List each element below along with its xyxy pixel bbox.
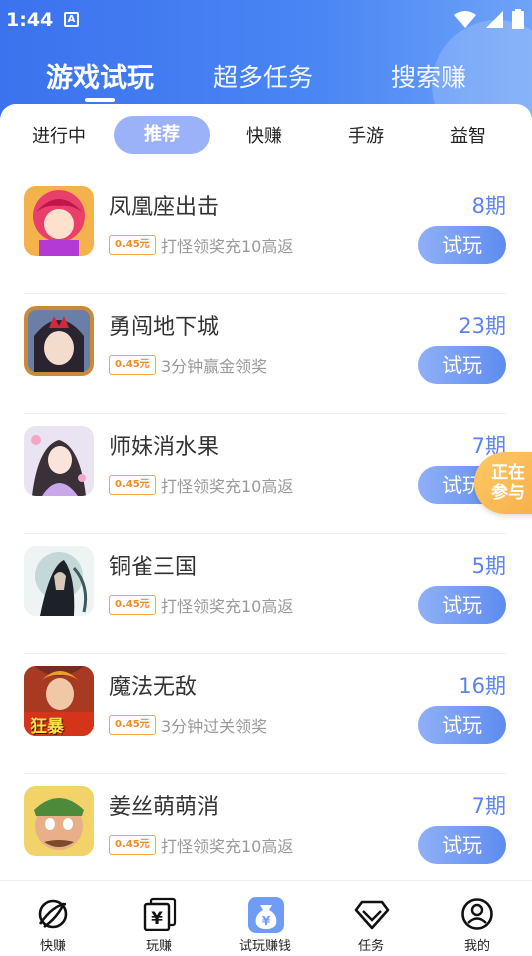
participating-badge-line2: 参与 (491, 483, 525, 503)
game-period: 5期 (471, 554, 506, 578)
user-icon (461, 898, 493, 930)
nav-item-tasks[interactable]: 任务 (318, 881, 424, 956)
wifi-icon (454, 10, 476, 28)
game-name: 师妹消水果 (109, 435, 220, 460)
reward-badge: 0.45元 (109, 475, 156, 495)
game-icon-caption: 狂暴 (30, 717, 64, 736)
planet-icon (38, 899, 68, 929)
try-play-button[interactable]: 试玩 (418, 586, 506, 624)
game-name: 勇闯地下城 (109, 315, 220, 340)
game-icon: 狂暴 (24, 666, 94, 736)
game-period: 16期 (458, 674, 506, 698)
game-list-item[interactable]: 铜雀三国 0.45元 打怪领奖充10高返 5期 试玩 (24, 534, 506, 654)
tab-label: 游戏试玩 (46, 63, 154, 94)
game-name: 姜丝萌萌消 (109, 795, 220, 820)
try-play-button[interactable]: 试玩 (418, 826, 506, 864)
game-description: 打怪领奖充10高返 (161, 237, 294, 256)
game-icon (24, 426, 94, 496)
tab-label: 超多任务 (213, 63, 314, 92)
game-list-item[interactable]: 勇闯地下城 0.45元 3分钟赢金领奖 23期 试玩 (24, 294, 506, 414)
try-play-button[interactable]: 试玩 (418, 706, 506, 744)
nav-label: 任务 (357, 939, 384, 954)
game-description: 打怪领奖充10高返 (161, 477, 294, 496)
game-list: 凤凰座出击 0.45元 打怪领奖充10高返 8期 试玩 勇闯地下城 0.45元 … (0, 174, 532, 880)
game-icon (24, 186, 94, 256)
game-description: 3分钟赢金领奖 (161, 357, 268, 376)
money-bag-icon: ¥ (248, 897, 284, 933)
game-period: 8期 (471, 194, 506, 218)
category-tab-mobile-games[interactable]: 手游 (348, 122, 384, 148)
tab-search-earn[interactable]: 搜索赚 (391, 58, 466, 94)
svg-text:¥: ¥ (262, 914, 271, 928)
app-header: 1:44 A 游戏试玩 超多任务 搜索赚 (0, 0, 532, 120)
game-list-item[interactable]: 师妹消水果 0.45元 打怪领奖充10高返 7期 试玩 (24, 414, 506, 534)
nav-item-trial-earn[interactable]: ¥ 试玩赚钱 (212, 881, 318, 956)
participating-badge-line1: 正在 (491, 463, 525, 483)
game-icon (24, 786, 94, 856)
nav-label: 试玩赚钱 (238, 939, 291, 954)
nav-item-quick-earn[interactable]: 快赚 (0, 881, 106, 956)
category-tab-quick-earn[interactable]: 快赚 (246, 122, 282, 148)
try-play-button[interactable]: 试玩 (418, 226, 506, 264)
category-tab-bar: 进行中 推荐 快赚 手游 益智 (0, 116, 532, 156)
game-description: 3分钟过关领奖 (161, 717, 268, 736)
system-icons (453, 9, 524, 29)
active-tab-indicator (85, 98, 115, 102)
reward-badge: 0.45元 (109, 715, 156, 735)
game-icon (24, 546, 94, 616)
game-icon (24, 306, 94, 376)
game-list-item[interactable]: 姜丝萌萌消 0.45元 打怪领奖充10高返 7期 试玩 (24, 774, 506, 880)
status-time: 1:44 (6, 9, 54, 31)
game-name: 魔法无敌 (109, 675, 198, 700)
category-tab-ongoing[interactable]: 进行中 (32, 122, 86, 148)
tab-game-trial[interactable]: 游戏试玩 (46, 56, 154, 102)
status-bar: 1:44 A (0, 0, 532, 40)
nav-label: 快赚 (39, 939, 66, 954)
battery-icon (512, 9, 524, 29)
signal-icon (486, 10, 503, 28)
nav-item-play-earn[interactable]: ¥ 玩赚 (106, 881, 212, 956)
top-tab-bar: 游戏试玩 超多任务 搜索赚 (0, 50, 532, 105)
notification-icon: A (64, 12, 79, 27)
nav-label: 我的 (463, 939, 490, 954)
game-name: 凤凰座出击 (109, 195, 220, 220)
tab-label: 搜索赚 (391, 63, 467, 92)
game-description: 打怪领奖充10高返 (161, 597, 294, 616)
nav-item-profile[interactable]: 我的 (424, 881, 530, 956)
tab-more-tasks[interactable]: 超多任务 (213, 58, 313, 94)
bottom-navigation: 快赚 ¥ 玩赚 ¥ 试玩赚钱 任务 我的 (0, 880, 532, 956)
category-tab-recommended[interactable]: 推荐 (114, 116, 210, 154)
reward-badge: 0.45元 (109, 235, 156, 255)
game-name: 铜雀三国 (109, 555, 198, 580)
reward-badge: 0.45元 (109, 595, 156, 615)
nav-label: 玩赚 (145, 939, 172, 954)
participating-badge[interactable]: 正在 参与 (474, 452, 532, 514)
game-list-item[interactable]: 凤凰座出击 0.45元 打怪领奖充10高返 8期 试玩 (24, 174, 506, 294)
reward-badge: 0.45元 (109, 355, 156, 375)
try-play-button[interactable]: 试玩 (418, 346, 506, 384)
reward-badge: 0.45元 (109, 835, 156, 855)
game-list-item[interactable]: 狂暴 魔法无敌 0.45元 3分钟过关领奖 16期 试玩 (24, 654, 506, 774)
main-content: 进行中 推荐 快赚 手游 益智 凤凰座出击 0.45元 打怪领奖充10高返 8期… (0, 104, 532, 880)
game-period: 23期 (458, 314, 506, 338)
yuan-cards-icon: ¥ (143, 897, 177, 931)
category-tab-puzzle[interactable]: 益智 (450, 122, 486, 148)
svg-text:¥: ¥ (151, 909, 163, 929)
game-description: 打怪领奖充10高返 (161, 837, 294, 856)
diamond-icon (354, 900, 390, 930)
game-period: 7期 (471, 794, 506, 818)
